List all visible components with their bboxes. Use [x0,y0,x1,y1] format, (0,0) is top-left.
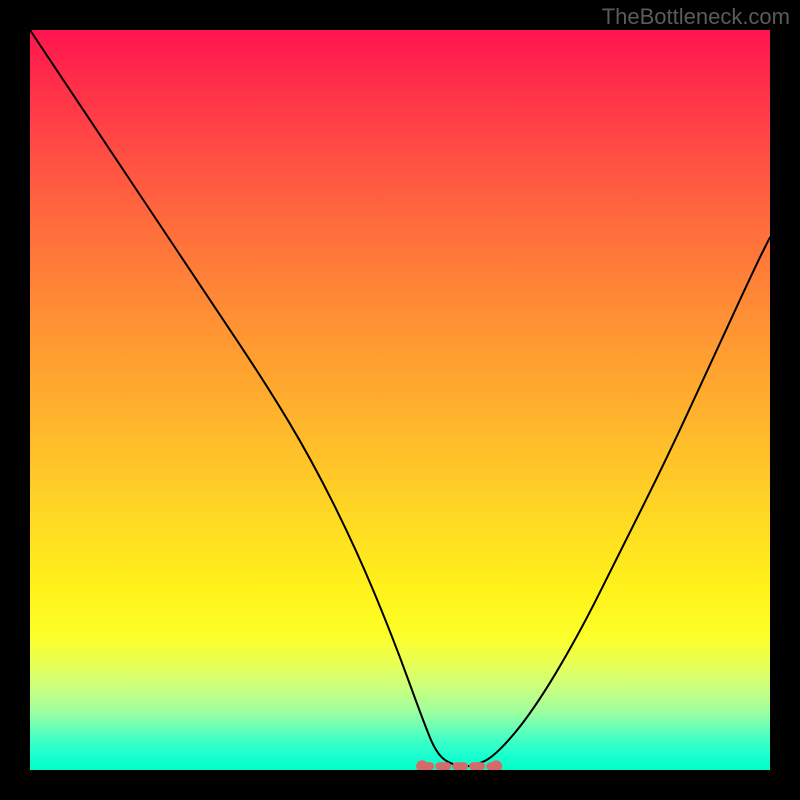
bottleneck-curve [30,30,770,766]
plot-area [30,30,770,770]
watermark-text: TheBottleneck.com [602,4,790,30]
flat-min-marker [416,760,502,770]
chart-frame: TheBottleneck.com [0,0,800,800]
curve-svg [30,30,770,770]
